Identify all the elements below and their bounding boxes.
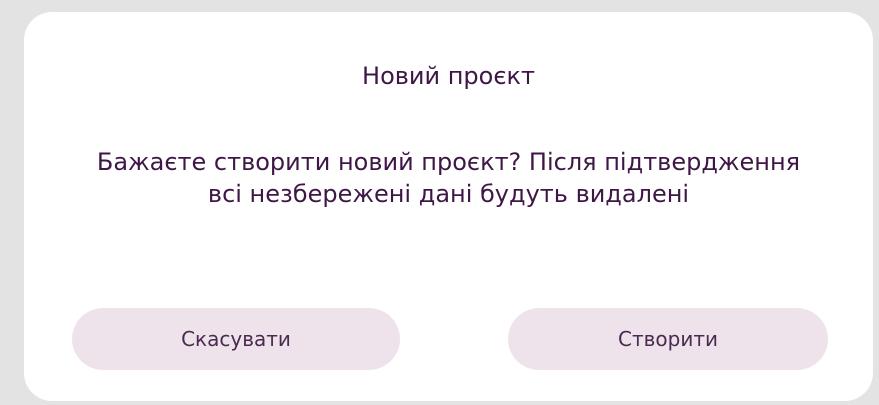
dialog-message: Бажаєте створити новий проєкт? Після під… (96, 148, 801, 208)
dialog-title: Новий проєкт (362, 62, 535, 90)
new-project-dialog: Новий проєкт Бажаєте створити новий проє… (24, 12, 873, 401)
cancel-button[interactable]: Скасувати (72, 308, 400, 370)
create-button[interactable]: Створити (508, 308, 828, 370)
